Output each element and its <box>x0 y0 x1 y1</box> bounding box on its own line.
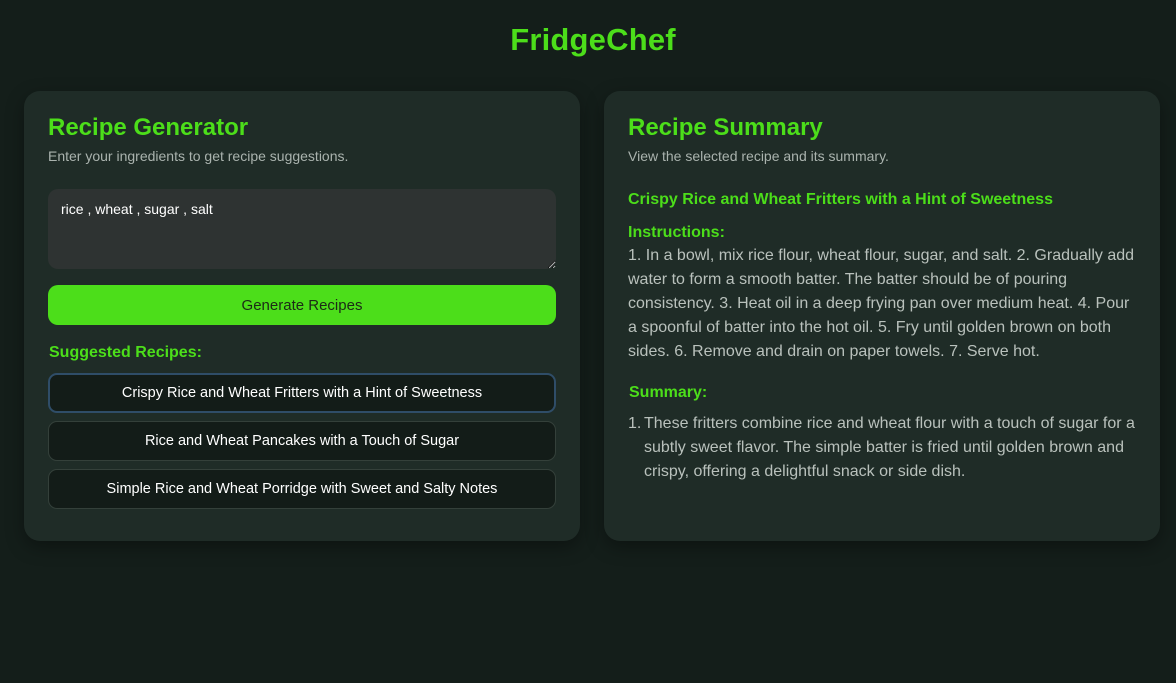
summary-label: Summary: <box>629 384 708 401</box>
suggested-recipes-list: Crispy Rice and Wheat Fritters with a Hi… <box>48 373 556 517</box>
summary-item-text: These fritters combine rice and wheat fl… <box>644 415 1135 480</box>
generator-subtitle: Enter your ingredients to get recipe sug… <box>48 148 349 164</box>
ingredients-input[interactable]: rice , wheat , sugar , salt <box>48 189 556 269</box>
summary-subtitle: View the selected recipe and its summary… <box>628 148 889 164</box>
selected-recipe-title: Crispy Rice and Wheat Fritters with a Hi… <box>628 191 1053 208</box>
instructions-label: Instructions: <box>628 224 725 241</box>
summary-list: 1. These fritters combine rice and wheat… <box>628 412 1140 484</box>
app-title: FridgeChef <box>510 22 676 57</box>
recipe-option-1[interactable]: Crispy Rice and Wheat Fritters with a Hi… <box>48 373 556 413</box>
generator-heading: Recipe Generator <box>48 114 249 141</box>
generate-recipes-button[interactable]: Generate Recipes <box>48 285 556 325</box>
suggested-recipes-heading: Suggested Recipes: <box>49 344 202 361</box>
recipe-summary-panel: Recipe Summary View the selected recipe … <box>604 91 1160 541</box>
recipe-option-2[interactable]: Rice and Wheat Pancakes with a Touch of … <box>48 421 556 461</box>
summary-item: 1. These fritters combine rice and wheat… <box>628 412 1140 484</box>
summary-item-number: 1. <box>628 415 642 432</box>
recipe-option-3[interactable]: Simple Rice and Wheat Porridge with Swee… <box>48 469 556 509</box>
summary-heading: Recipe Summary <box>628 114 823 141</box>
instructions-text: 1. In a bowl, mix rice flour, wheat flou… <box>628 247 1135 360</box>
recipe-generator-panel: Recipe Generator Enter your ingredients … <box>24 91 580 541</box>
